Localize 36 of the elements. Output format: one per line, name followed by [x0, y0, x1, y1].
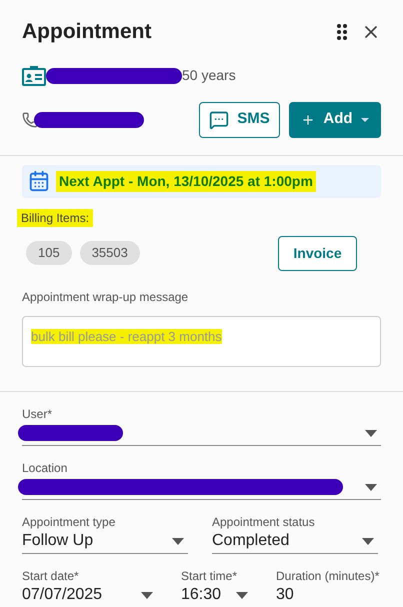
billing-chip: 105	[26, 241, 72, 265]
caret-icon	[172, 538, 184, 544]
select-field[interactable]: Follow Up	[22, 530, 188, 554]
field-label: Appointment type	[22, 514, 116, 530]
caret-icon	[141, 592, 153, 598]
invoice-button[interactable]: Invoice	[278, 236, 357, 270]
drag-handle-icon[interactable]	[337, 24, 347, 40]
field-label: Duration (minutes)*	[276, 568, 379, 584]
select-field[interactable]: 07/07/2025	[22, 584, 157, 607]
message-icon	[209, 110, 230, 130]
add-button[interactable]: Add	[289, 102, 381, 138]
field-label: Appointment wrap-up message	[22, 288, 190, 306]
caret-icon	[360, 118, 369, 122]
message-text: bulk bill please - reappt 3 months	[31, 328, 222, 344]
next-appointment-text: Next Appt - Mon, 13/10/2025 at 1:00pm	[56, 170, 316, 192]
input-field[interactable]: 30	[276, 584, 379, 607]
field-label: Location	[22, 460, 68, 476]
caret-icon	[236, 592, 248, 598]
panel-title: Appointment	[22, 19, 152, 45]
id-card-icon	[22, 66, 46, 86]
field-label: Start date*	[22, 568, 80, 584]
plus-icon	[301, 112, 316, 126]
calendar-icon	[28, 170, 50, 192]
select-field[interactable]: Completed	[212, 530, 378, 554]
caret-icon	[362, 538, 374, 544]
billing-chip: 35503	[80, 241, 140, 265]
field-label: Start time*	[181, 568, 238, 584]
phone-icon	[22, 112, 38, 128]
caret-icon	[365, 484, 377, 490]
select-field[interactable]: 16:30	[181, 584, 252, 607]
billing-label: Billing Items:	[17, 208, 94, 226]
caret-icon	[365, 430, 377, 436]
field-label: Appointment status	[212, 514, 316, 530]
sms-button[interactable]: SMS	[199, 102, 280, 138]
field-label: User*	[22, 406, 54, 422]
patient-age: 50 years	[182, 66, 236, 85]
